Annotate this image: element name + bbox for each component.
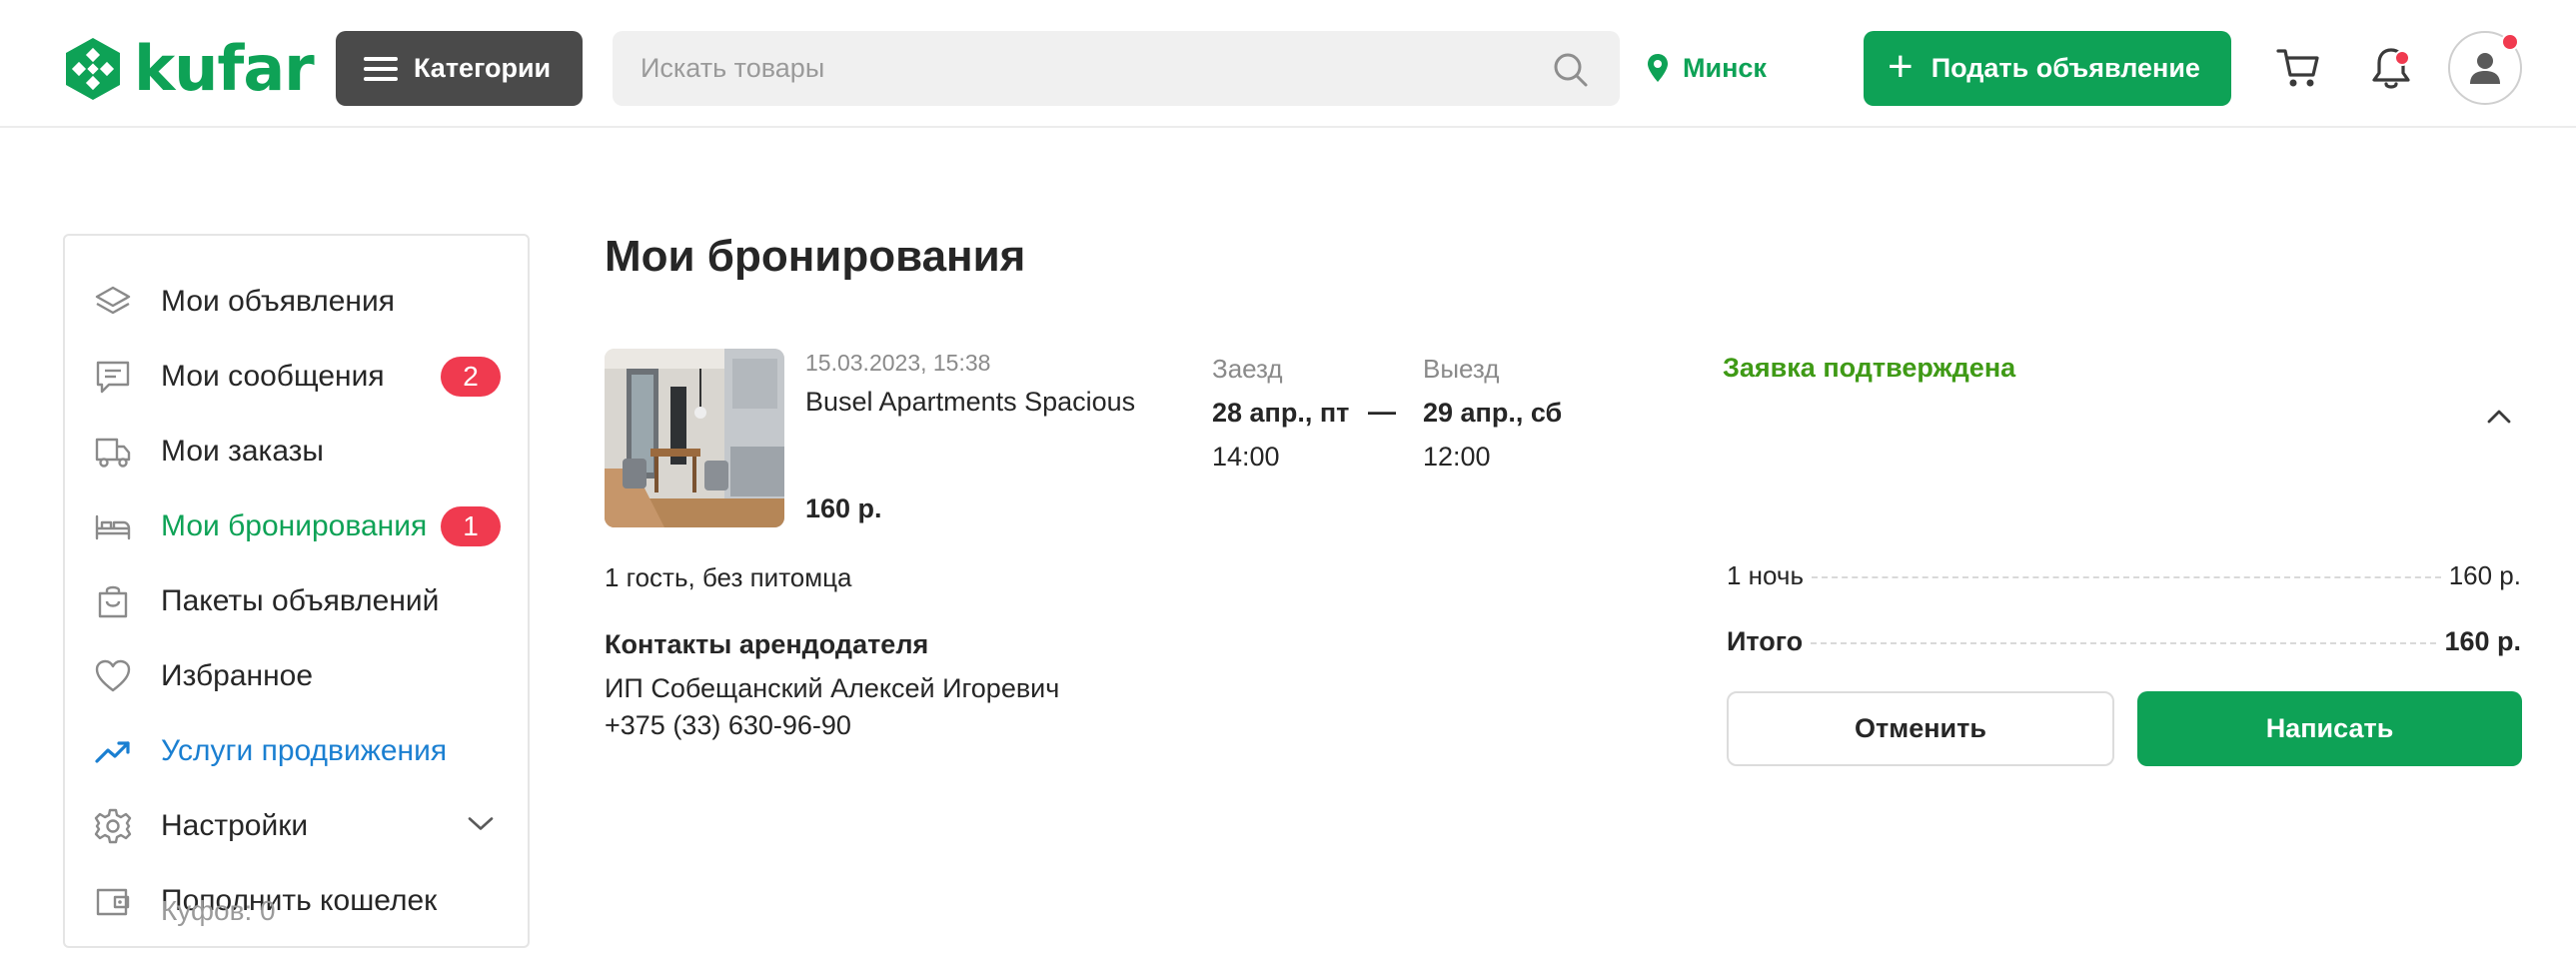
chevron-up-icon: [2487, 410, 2511, 424]
price-row-total: Итого 160 р.: [1727, 626, 2521, 662]
apartment-photo: [605, 349, 784, 527]
sidebar-item-promotion[interactable]: Услуги продвижения: [65, 721, 528, 781]
account-sidebar: Мои объявления Мои сообщения 2 Мои заказ…: [63, 234, 530, 948]
guests-info: 1 гость, без питомца: [605, 562, 852, 592]
sidebar-item-wallet[interactable]: Пополнить кошелек: [65, 871, 528, 931]
sidebar-item-label: Настройки: [161, 809, 309, 842]
trending-up-icon: [93, 731, 133, 771]
sidebar-item-label: Мои объявления: [161, 285, 395, 318]
checkin-label: Заезд: [1212, 354, 1283, 384]
sidebar-item-label: Избранное: [161, 659, 314, 692]
sidebar-item-label: Мои сообщения: [161, 360, 385, 393]
sidebar-item-messages[interactable]: Мои сообщения 2: [65, 347, 528, 407]
checkin-date: 28 апр., пт: [1212, 398, 1350, 428]
sidebar-item-my-ads[interactable]: Мои объявления: [65, 272, 528, 332]
write-message-button[interactable]: Написать: [2137, 691, 2522, 766]
logo-text: kufar: [134, 32, 315, 105]
top-header: kufar Категории Минск + Подать объявлени…: [0, 0, 2576, 128]
sidebar-item-label: Мои бронирования: [161, 509, 428, 542]
bookings-count-badge: 1: [441, 506, 501, 546]
gear-icon: [93, 806, 133, 846]
sidebar-item-bookings[interactable]: Мои бронирования 1: [65, 496, 528, 556]
cart-icon[interactable]: [2275, 46, 2321, 90]
nights-label: 1 ночь: [1727, 560, 1805, 590]
message-icon: [93, 357, 133, 397]
dotted-leader: [1811, 642, 2437, 644]
search-input[interactable]: [613, 31, 1620, 106]
collapse-booking-button[interactable]: [2482, 400, 2516, 434]
delivery-truck-icon: [93, 432, 133, 472]
listing-title[interactable]: Busel Apartments Spacious: [805, 387, 1135, 418]
menu-icon: [364, 56, 398, 81]
total-price: 160 р.: [2444, 626, 2521, 656]
location-pin-icon: [1648, 54, 1668, 82]
price-row-nights: 1 ночь 160 р.: [1727, 560, 2521, 596]
bed-icon: [93, 506, 133, 546]
plus-icon: +: [1888, 41, 1914, 91]
sidebar-item-settings[interactable]: Настройки: [65, 796, 528, 856]
page-title: Мои бронирования: [605, 232, 1026, 281]
sidebar-item-ad-packages[interactable]: Пакеты объявлений: [65, 571, 528, 631]
user-icon: [2470, 53, 2500, 84]
messages-count-badge: 2: [441, 357, 501, 397]
checkout-time: 12:00: [1423, 442, 1491, 472]
wallet-icon: [93, 881, 133, 921]
city-label: Минск: [1683, 52, 1767, 83]
total-label: Итого: [1727, 626, 1804, 656]
avatar-notification-dot: [2501, 33, 2519, 51]
dotted-leader: [1812, 576, 2441, 578]
booking-status: Заявка подтверждена: [1723, 353, 2016, 383]
booking-created-date: 15.03.2023, 15:38: [805, 350, 991, 376]
sidebar-item-label: Пакеты объявлений: [161, 584, 440, 617]
listing-price: 160 р.: [805, 493, 882, 523]
sidebar-item-orders[interactable]: Мои заказы: [65, 422, 528, 482]
landlord-contacts-title: Контакты арендодателя: [605, 629, 929, 659]
sidebar-item-label: Услуги продвижения: [161, 734, 448, 767]
apartment-thumbnail[interactable]: [605, 349, 784, 527]
heart-icon: [93, 656, 133, 696]
landlord-phone[interactable]: +375 (33) 630-96-90: [605, 710, 851, 741]
city-selector[interactable]: Минск: [1647, 46, 1767, 90]
layers-icon: [93, 282, 133, 322]
nights-price: 160 р.: [2448, 560, 2521, 590]
sidebar-item-label: Мои заказы: [161, 435, 324, 468]
categories-label: Категории: [414, 53, 552, 83]
landlord-name: ИП Собещанский Алексей Игоревич: [605, 673, 1060, 703]
search-icon[interactable]: [1551, 50, 1591, 90]
wallet-balance: Куфов: 0: [161, 895, 276, 926]
checkin-time: 14:00: [1212, 442, 1280, 472]
kufar-logo-icon: [66, 38, 120, 100]
post-ad-label: Подать объявление: [1931, 53, 2200, 83]
checkout-date: 29 апр., сб: [1423, 398, 1563, 428]
date-separator: —: [1368, 396, 1396, 427]
notification-dot: [2394, 50, 2410, 66]
sidebar-item-favorites[interactable]: Избранное: [65, 646, 528, 706]
chevron-down-icon[interactable]: [467, 815, 495, 838]
kufar-logo[interactable]: kufar: [62, 32, 315, 105]
categories-button[interactable]: Категории: [336, 31, 583, 106]
shopping-bag-icon: [93, 581, 133, 621]
checkout-label: Выезд: [1423, 354, 1500, 384]
post-ad-button[interactable]: + Подать объявление: [1864, 31, 2231, 106]
cancel-booking-button[interactable]: Отменить: [1727, 691, 2114, 766]
